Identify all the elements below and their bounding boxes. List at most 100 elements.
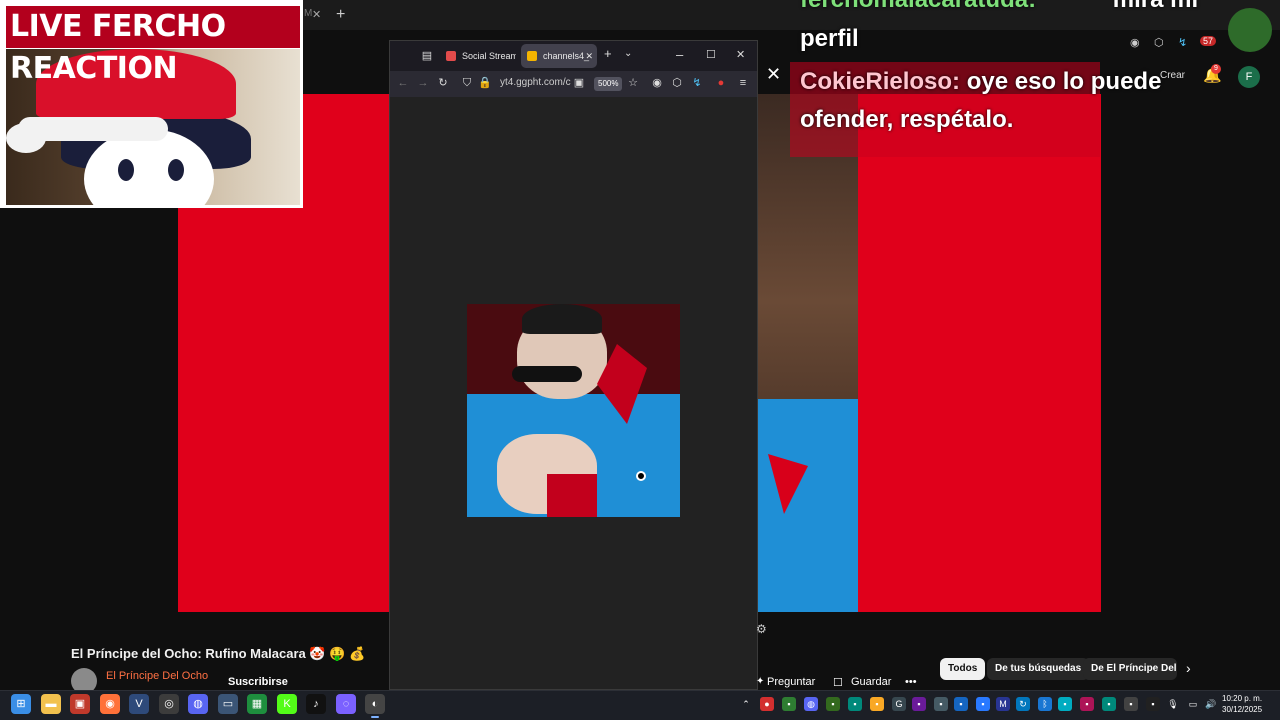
vegas-icon[interactable]: V xyxy=(129,694,149,714)
ublock-icon[interactable]: ● xyxy=(714,76,728,90)
maximize-button[interactable]: ☐ xyxy=(706,48,716,61)
tab-label: channels4_ xyxy=(543,51,590,61)
windows-start-icon[interactable]: ⊞ xyxy=(11,694,31,714)
account-icon[interactable]: ◉ xyxy=(650,76,664,90)
subscribe-button[interactable]: Suscribirse xyxy=(228,676,288,688)
tab-list-chevron-icon[interactable]: ⌄ xyxy=(624,48,632,59)
obs-icon[interactable]: ◐ xyxy=(365,694,385,718)
kick-icon[interactable]: K xyxy=(277,694,297,714)
stream-cam-overlay: LIVE FERCHO REACTION xyxy=(0,0,303,208)
chat-text: oye eso lo puede xyxy=(966,68,1162,95)
tray-overflow-chevron-icon[interactable]: ⌃ xyxy=(739,697,753,711)
microphone-icon[interactable]: 🎙 xyxy=(1166,697,1180,711)
zoom-cursor-icon xyxy=(636,471,646,481)
sheets-icon[interactable]: ▦ xyxy=(247,694,267,714)
tab-social-stream[interactable]: Social Stream xyxy=(440,44,516,68)
santa-hat-pompom xyxy=(6,123,46,153)
notifications-count-badge: 9 xyxy=(1211,64,1221,74)
tray-sync-icon[interactable]: ↻ xyxy=(1016,697,1030,711)
forward-icon[interactable]: → xyxy=(416,76,430,90)
video-person-shirt xyxy=(753,399,863,612)
chat-message-continuation: ofender, respétalo. xyxy=(800,106,1013,134)
window-icon[interactable]: ▭ xyxy=(218,694,238,714)
close-icon[interactable]: ✕ xyxy=(766,64,781,85)
channel-name[interactable]: El Príncipe Del Ocho xyxy=(106,670,208,682)
chat-username: CokieRieloso: xyxy=(800,68,961,95)
chat-message-continuation: perfil xyxy=(800,25,859,53)
tray-app-icon[interactable]: ▪ xyxy=(1080,697,1094,711)
tray-app-icon[interactable]: ▪ xyxy=(912,697,926,711)
messenger-icon[interactable]: ◌ xyxy=(336,694,356,714)
account-avatar[interactable]: F xyxy=(1238,66,1260,88)
chat-text: ofender, respétalo. xyxy=(800,106,1014,133)
extensions-icon[interactable]: ⬡ xyxy=(670,76,684,90)
extension-icon[interactable]: ↯ xyxy=(1178,36,1187,49)
close-window-button[interactable]: ✕ xyxy=(736,48,745,61)
chevron-right-icon[interactable]: › xyxy=(1186,660,1191,676)
tray-app-icon[interactable]: ▪ xyxy=(1102,697,1116,711)
background-tab-close-icon[interactable]: ✕ xyxy=(312,8,321,21)
back-icon[interactable]: ← xyxy=(396,76,410,90)
menu-icon[interactable]: ≡ xyxy=(736,76,750,90)
tray-app-icon[interactable]: ▪ xyxy=(1146,697,1160,711)
screen: M ✕ + ferchomalacaratuda: mira mi perfil… xyxy=(0,0,1280,720)
tray-app-icon[interactable]: M xyxy=(996,697,1010,711)
zoom-level-badge[interactable]: 500% xyxy=(594,77,623,91)
background-new-tab-icon[interactable]: + xyxy=(336,6,345,24)
new-tab-icon[interactable]: + xyxy=(604,46,612,61)
top-badge: 57 xyxy=(1200,36,1217,46)
chip-from-searches[interactable]: De tus búsquedas xyxy=(987,658,1090,680)
volume-icon[interactable]: 🔊 xyxy=(1204,697,1218,711)
account-icon[interactable]: ◉ xyxy=(1130,36,1140,49)
tray-record-icon[interactable]: ● xyxy=(760,697,774,711)
reload-icon[interactable]: ↻ xyxy=(436,76,450,90)
bookmark-star-icon[interactable]: ☆ xyxy=(626,76,640,90)
discord-icon[interactable]: ◍ xyxy=(188,694,208,714)
tray-app-icon[interactable]: ▪ xyxy=(870,697,884,711)
firefox-icon[interactable]: ◉ xyxy=(100,694,120,714)
chip-all[interactable]: Todos xyxy=(940,658,986,680)
tray-app-icon[interactable]: ▪ xyxy=(826,697,840,711)
tab-channels4[interactable]: channels4_ ✕ xyxy=(521,44,597,68)
extension-icon[interactable]: ↯ xyxy=(690,76,704,90)
clock-date: 30/12/2025 xyxy=(1222,705,1263,714)
chrome-icon[interactable]: ◎ xyxy=(159,694,179,714)
save-button[interactable]: Guardar xyxy=(851,676,891,688)
reader-view-icon[interactable]: ▣ xyxy=(572,76,586,90)
extensions-icon[interactable]: ⬡ xyxy=(1154,36,1164,49)
network-icon[interactable]: ▭ xyxy=(1186,697,1200,711)
tray-app-icon[interactable]: ▪ xyxy=(848,697,862,711)
more-actions-button[interactable]: ••• xyxy=(905,676,917,688)
settings-gear-icon[interactable]: ⚙ xyxy=(756,622,767,636)
tray-app-icon[interactable]: ▪ xyxy=(934,697,948,711)
taskbar-clock[interactable]: 10:20 p. m. 30/12/2025 xyxy=(1222,693,1262,715)
clock-time: 10:20 p. m. xyxy=(1222,694,1263,703)
tray-bluetooth-icon[interactable]: ᛒ xyxy=(1038,697,1052,711)
save-icon[interactable]: ☐ xyxy=(833,676,843,689)
chip-from-channel[interactable]: De El Príncipe Del O xyxy=(1083,658,1177,680)
zoomed-channel-image[interactable] xyxy=(467,304,680,517)
ask-button[interactable]: Preguntar xyxy=(767,676,815,688)
tray-app-icon[interactable]: ▪ xyxy=(782,697,796,711)
stream-title-banner: LIVE FERCHO REACTION xyxy=(6,6,300,86)
tray-app-icon[interactable]: ▪ xyxy=(976,697,990,711)
image-viewer-window[interactable]: ▤ Social Stream channels4_ ✕ + ⌄ – ☐ ✕ ←… xyxy=(389,40,758,690)
minimize-button[interactable]: – xyxy=(676,47,683,62)
shield-icon[interactable]: ⛉ xyxy=(460,76,474,90)
tiktok-live-icon[interactable]: ♪ xyxy=(306,694,326,714)
character-mustache xyxy=(512,366,582,382)
chat-text: perfil xyxy=(800,25,859,52)
file-explorer-icon[interactable]: ▬ xyxy=(41,694,61,714)
create-button[interactable]: Crear xyxy=(1160,70,1185,81)
tab-overview-icon[interactable]: ▤ xyxy=(420,49,434,63)
app-icon[interactable]: ▣ xyxy=(70,694,90,714)
tray-app-icon[interactable]: G xyxy=(892,697,906,711)
tray-app-icon[interactable]: ▪ xyxy=(1124,697,1138,711)
tray-app-icon[interactable]: ▪ xyxy=(1058,697,1072,711)
tray-app-icon[interactable]: ▪ xyxy=(954,697,968,711)
tray-discord-icon[interactable]: ◍ xyxy=(804,697,818,711)
tab-close-icon[interactable]: ✕ xyxy=(585,44,593,68)
address-bar[interactable]: yt4.ggpht.com/c xyxy=(500,77,571,88)
lock-icon[interactable]: 🔒 xyxy=(478,76,492,90)
ask-icon[interactable]: ✦ xyxy=(756,676,764,687)
